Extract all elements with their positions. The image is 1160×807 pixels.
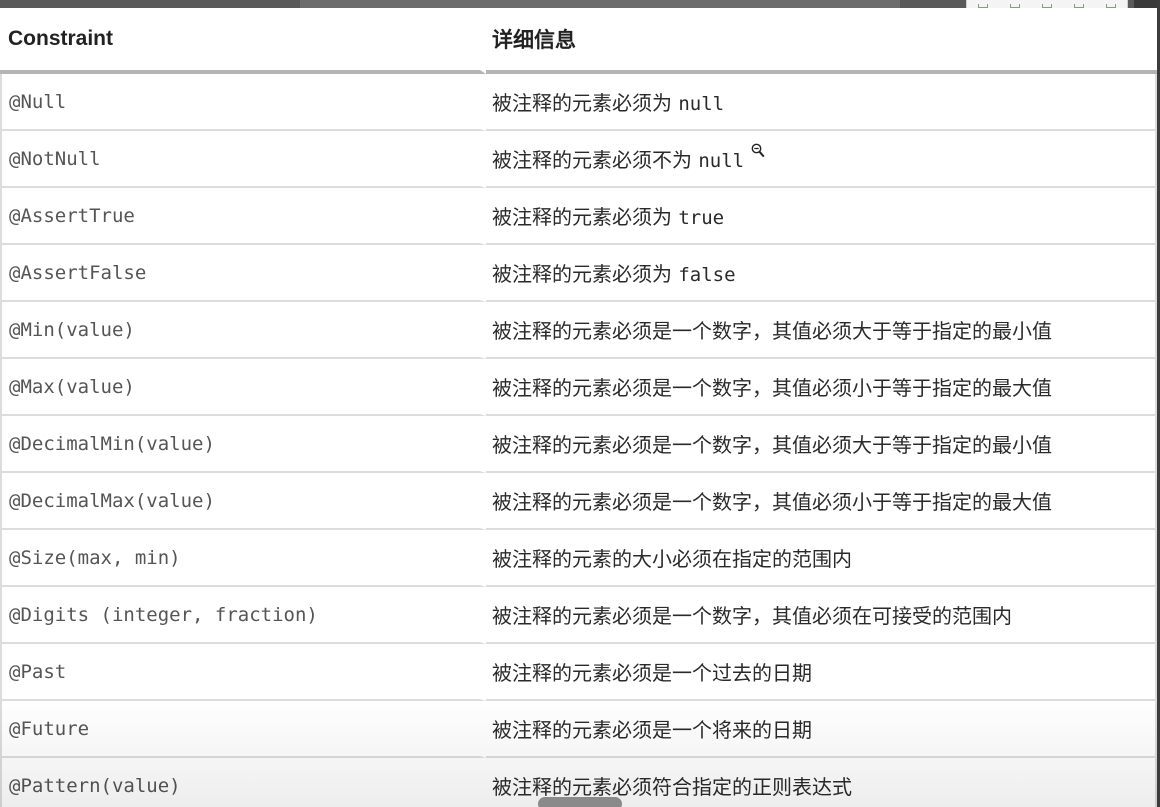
constraint-cell: @Null: [0, 74, 486, 131]
description-text: 被注释的元素必须为: [492, 262, 679, 286]
description-text: 被注释的元素必须为: [492, 205, 679, 229]
constraint-cell: @AssertTrue: [0, 188, 486, 245]
description-code: null: [678, 93, 725, 115]
constraint-cell: @Pattern(value): [0, 758, 486, 807]
table-row: @Digits (integer, fraction) 被注释的元素必须是一个数字…: [0, 587, 1157, 644]
constraint-cell: @Size(max, min): [0, 530, 486, 587]
table-row: @DecimalMin(value) 被注释的元素必须是一个数字，其值必须大于等于…: [0, 416, 1157, 473]
header-constraint: Constraint: [0, 8, 486, 74]
constraint-cell: @NotNull: [0, 131, 486, 188]
header-details: 详细信息: [486, 8, 1157, 74]
description-text: 被注释的元素必须是一个数字，其值必须大于等于指定的最小值: [492, 433, 1052, 457]
table-header-row: Constraint 详细信息: [0, 8, 1157, 74]
top-mini-toolbar: [966, 0, 1128, 8]
description-code: false: [678, 264, 736, 286]
description-cell: 被注释的元素必须是一个数字，其值必须大于等于指定的最小值: [486, 416, 1157, 473]
description-text: 被注释的元素必须是一个过去的日期: [492, 661, 812, 685]
table-row: @DecimalMax(value) 被注释的元素必须是一个数字，其值必须小于等于…: [0, 473, 1157, 530]
constraint-cell: @Digits (integer, fraction): [0, 587, 486, 644]
table-row: @Max(value) 被注释的元素必须是一个数字，其值必须小于等于指定的最大值: [0, 359, 1157, 416]
description-cell: 被注释的元素必须是一个数字，其值必须大于等于指定的最小值: [486, 302, 1157, 359]
table-row: @Min(value) 被注释的元素必须是一个数字，其值必须大于等于指定的最小值: [0, 302, 1157, 359]
player-control-pill[interactable]: [538, 797, 622, 807]
description-cell: 被注释的元素的大小必须在指定的范围内: [486, 530, 1157, 587]
constraint-cell: @Future: [0, 701, 486, 758]
description-text: 被注释的元素必须是一个数字，其值必须在可接受的范围内: [492, 604, 1012, 628]
constraint-cell: @Past: [0, 644, 486, 701]
screenshot-page: Constraint 详细信息 @Null 被注释的元素必须为 null @NotN…: [0, 0, 1160, 807]
table-row: @AssertFalse 被注释的元素必须为 false: [0, 245, 1157, 302]
table-row: @NotNull 被注释的元素必须不为 null: [0, 131, 1157, 188]
description-text: 被注释的元素必须是一个数字，其值必须小于等于指定的最大值: [492, 490, 1052, 514]
description-text: 被注释的元素必须是一个数字，其值必须大于等于指定的最小值: [492, 319, 1052, 343]
description-code: true: [678, 207, 725, 229]
description-text: 被注释的元素必须为: [492, 91, 679, 115]
description-cell: 被注释的元素必须是一个数字，其值必须小于等于指定的最大值: [486, 359, 1157, 416]
table-body: @Null 被注释的元素必须为 null @NotNull 被注释的元素必须不为 nu…: [0, 74, 1157, 807]
description-cell: 被注释的元素必须为 false: [486, 245, 1157, 302]
constraint-cell: @DecimalMax(value): [0, 473, 486, 530]
constraint-cell: @Max(value): [0, 359, 486, 416]
table-row: @Future 被注释的元素必须是一个将来的日期: [0, 701, 1157, 758]
description-code: null: [698, 150, 745, 172]
table-row: @AssertTrue 被注释的元素必须为 true: [0, 188, 1157, 245]
description-cell: 被注释的元素必须为 true: [486, 188, 1157, 245]
description-text: 被注释的元素必须是一个数字，其值必须小于等于指定的最大值: [492, 376, 1052, 400]
description-cell: 被注释的元素必须是一个数字，其值必须在可接受的范围内: [486, 587, 1157, 644]
description-cell: 被注释的元素必须是一个将来的日期: [486, 701, 1157, 758]
table-row: @Null 被注释的元素必须为 null: [0, 74, 1157, 131]
constraint-cell: @DecimalMin(value): [0, 416, 486, 473]
description-cell: 被注释的元素必须不为 null: [486, 131, 1157, 188]
description-text: 被注释的元素必须是一个将来的日期: [492, 718, 812, 742]
table-row: @Past 被注释的元素必须是一个过去的日期: [0, 644, 1157, 701]
zoom-in-icon: [751, 143, 765, 158]
description-cell: 被注释的元素必须是一个数字，其值必须小于等于指定的最大值: [486, 473, 1157, 530]
description-text: 被注释的元素必须不为: [492, 148, 699, 172]
description-text: 被注释的元素的大小必须在指定的范围内: [492, 547, 852, 571]
description-text: 被注释的元素必须符合指定的正则表达式: [492, 775, 852, 799]
constraints-table: Constraint 详细信息 @Null 被注释的元素必须为 null @NotN…: [0, 8, 1157, 807]
constraint-cell: @AssertFalse: [0, 245, 486, 302]
constraint-cell: @Min(value): [0, 302, 486, 359]
description-cell: 被注释的元素必须为 null: [486, 74, 1157, 131]
description-cell: 被注释的元素必须是一个过去的日期: [486, 644, 1157, 701]
table-row: @Size(max, min) 被注释的元素的大小必须在指定的范围内: [0, 530, 1157, 587]
